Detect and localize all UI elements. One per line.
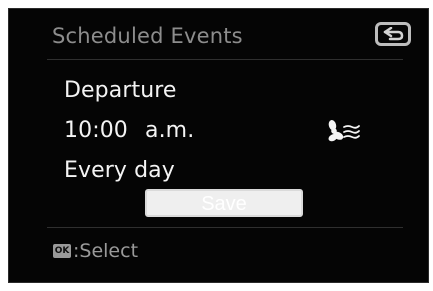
- back-button[interactable]: [375, 22, 411, 46]
- save-button[interactable]: Save: [145, 189, 303, 217]
- scheduled-events-screen: Scheduled Events Departure 10:00 a.m. Ev…: [8, 8, 429, 283]
- page-title: Scheduled Events: [52, 24, 243, 48]
- event-type-label: Departure: [64, 78, 177, 103]
- back-arrow-icon: [383, 27, 404, 41]
- fan-icon: [321, 118, 361, 144]
- footer-hint: :Select: [73, 240, 139, 262]
- footer-divider: [47, 227, 403, 228]
- ok-badge: OK: [53, 244, 71, 258]
- header-divider: [47, 59, 403, 60]
- event-time: 10:00 a.m.: [64, 117, 194, 145]
- header: Scheduled Events: [9, 9, 428, 65]
- event-time-period: a.m.: [145, 118, 195, 143]
- repeat-value: Every day: [64, 158, 175, 183]
- footer: OK :Select: [53, 239, 138, 263]
- event-time-value: 10:00: [64, 118, 128, 143]
